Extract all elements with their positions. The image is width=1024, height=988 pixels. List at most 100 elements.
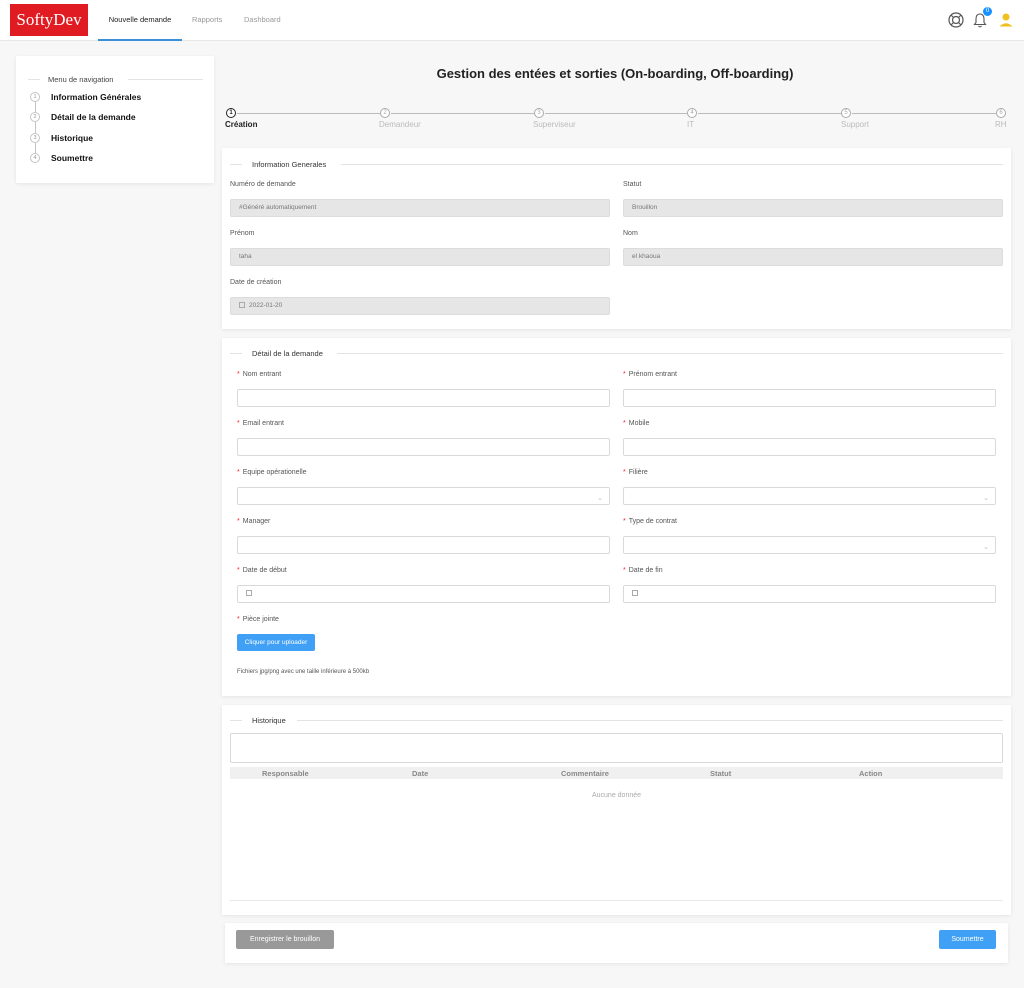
manager-input[interactable] xyxy=(237,536,610,554)
calendar-icon xyxy=(246,590,252,596)
numero-label: Numéro de demande xyxy=(230,181,296,188)
notification-badge: 0 xyxy=(983,7,992,16)
statut-label: Statut xyxy=(623,181,642,188)
email-entrant-label: * Email entrant xyxy=(237,420,284,427)
mobile-input[interactable] xyxy=(623,438,996,456)
column-responsable: Responsable xyxy=(262,769,309,778)
top-header: SoftyDev Nouvelle demande Rapports Dashb… xyxy=(0,0,1024,41)
equipe-label: * Equipe opérationelle xyxy=(237,469,307,476)
save-draft-button[interactable]: Enregistrer le brouillon xyxy=(236,930,334,949)
divider xyxy=(230,720,242,721)
manager-label: * Manager xyxy=(237,518,271,525)
prenom-label: Prénom xyxy=(230,230,255,237)
divider xyxy=(128,79,203,80)
divider xyxy=(341,164,1003,165)
date-creation-label: Date de création xyxy=(230,279,282,286)
step-creation: Création xyxy=(225,120,258,129)
sidebar-title: Menu de navigation xyxy=(48,75,114,84)
calendar-icon xyxy=(239,302,245,308)
nom-entrant-input[interactable] xyxy=(237,389,610,407)
step-number: 5 xyxy=(841,108,851,118)
step-demandeur: Demandeur xyxy=(379,120,421,129)
nav-dashboard[interactable]: Dashboard xyxy=(244,0,281,41)
column-commentaire: Commentaire xyxy=(561,769,609,778)
mobile-label: * Mobile xyxy=(623,420,650,427)
user-icon[interactable] xyxy=(997,11,1015,29)
nom-label: Nom xyxy=(623,230,638,237)
type-contrat-label: * Type de contrat xyxy=(623,518,677,525)
sidebar-item-historique[interactable]: Historique xyxy=(51,133,93,143)
date-creation-field: 2022-01-20 xyxy=(230,297,610,315)
step-number: 4 xyxy=(687,108,697,118)
type-contrat-select[interactable]: ⌄ xyxy=(623,536,996,554)
nom-field: el khaoua xyxy=(623,248,1003,266)
divider xyxy=(28,79,40,80)
email-entrant-input[interactable] xyxy=(237,438,610,456)
date-debut-label: * Date de début xyxy=(237,567,287,574)
step-connector xyxy=(545,113,687,114)
prenom-field: taha xyxy=(230,248,610,266)
chevron-down-icon: ⌄ xyxy=(983,495,989,502)
step-rh: RH xyxy=(995,120,1007,129)
column-action: Action xyxy=(859,769,883,778)
step-connector xyxy=(391,113,534,114)
equipe-select[interactable]: ⌄ xyxy=(237,487,610,505)
divider xyxy=(230,353,242,354)
historique-table-header xyxy=(230,767,1003,779)
sidebar-step-number: 4 xyxy=(30,153,40,163)
step-connector xyxy=(698,113,841,114)
softydev-logo[interactable]: SoftyDev xyxy=(10,4,88,36)
divider xyxy=(337,353,1003,354)
chevron-down-icon: ⌄ xyxy=(983,544,989,551)
column-date: Date xyxy=(412,769,429,778)
information-generales-legend: Information Generales xyxy=(252,160,327,169)
upload-button[interactable]: Cliquer pour uploader xyxy=(237,634,315,651)
step-connector xyxy=(237,113,380,114)
detail-demande-legend: Détail de la demande xyxy=(252,349,323,358)
commentaire-textarea[interactable] xyxy=(230,733,1003,763)
empty-table-message: Aucune donnée xyxy=(591,792,642,799)
sidebar-step-number: 1 xyxy=(30,92,40,102)
calendar-icon xyxy=(632,590,638,596)
nav-rapports[interactable]: Rapports xyxy=(192,0,222,41)
step-number: 6 xyxy=(996,108,1006,118)
date-creation-value: 2022-01-20 xyxy=(249,302,283,309)
divider xyxy=(230,900,1003,901)
nav-nouvelle-demande[interactable]: Nouvelle demande xyxy=(98,0,182,41)
divider xyxy=(35,102,36,112)
prenom-entrant-input[interactable] xyxy=(623,389,996,407)
prenom-entrant-label: * Prénom entrant xyxy=(623,371,677,378)
nom-entrant-label: * Nom entrant xyxy=(237,371,282,378)
historique-legend: Historique xyxy=(252,716,286,725)
step-support: Support xyxy=(841,120,870,129)
filiere-label: * Filière xyxy=(623,469,648,476)
page-title: Gestion des entées et sorties (On-boardi… xyxy=(436,66,794,81)
sidebar-item-soumettre[interactable]: Soumettre xyxy=(51,153,93,163)
step-number: 1 xyxy=(226,108,236,118)
sidebar-item-detail-demande[interactable]: Détail de la demande xyxy=(51,112,136,122)
sidebar-step-number: 3 xyxy=(30,133,40,143)
action-footer xyxy=(225,923,1008,963)
lifebuoy-icon[interactable] xyxy=(947,11,965,29)
step-it: IT xyxy=(687,120,695,129)
divider xyxy=(35,143,36,153)
numero-field: #Généré automatiquement xyxy=(230,199,610,217)
piece-jointe-label: * Pièce jointe xyxy=(237,616,279,623)
submit-button[interactable]: Soumettre xyxy=(939,930,996,949)
date-debut-picker[interactable] xyxy=(237,585,610,603)
divider xyxy=(35,122,36,133)
chevron-down-icon: ⌄ xyxy=(597,495,603,502)
upload-hint: Fichiers jpg/png avec une taille inférie… xyxy=(237,669,370,675)
divider xyxy=(230,164,242,165)
sidebar-item-information-generales[interactable]: Information Générales xyxy=(51,92,141,102)
step-number: 2 xyxy=(380,108,390,118)
date-fin-label: * Date de fin xyxy=(623,567,663,574)
date-fin-picker[interactable] xyxy=(623,585,996,603)
filiere-select[interactable]: ⌄ xyxy=(623,487,996,505)
step-number: 3 xyxy=(534,108,544,118)
step-connector xyxy=(852,113,996,114)
divider xyxy=(297,720,1003,721)
column-statut: Statut xyxy=(710,769,732,778)
sidebar-step-number: 2 xyxy=(30,112,40,122)
statut-field: Brouillon xyxy=(623,199,1003,217)
